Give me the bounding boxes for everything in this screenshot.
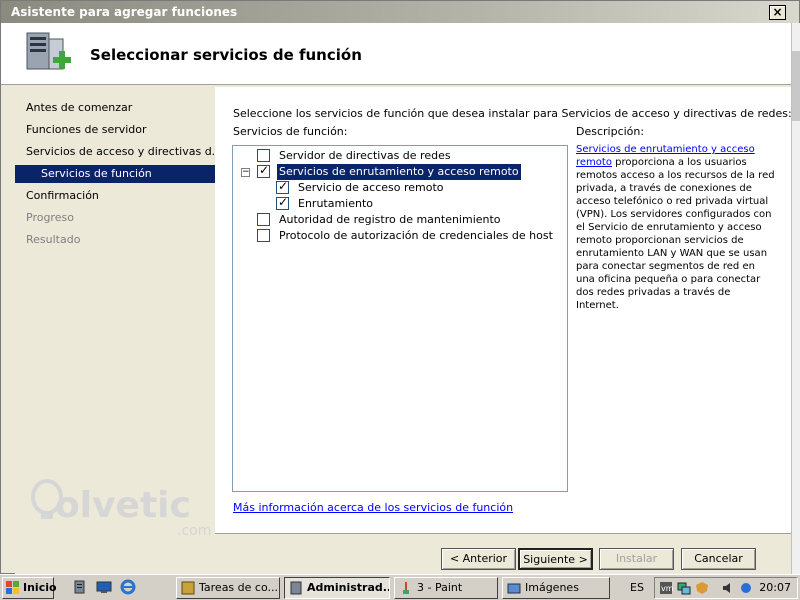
taskbar: Inicio Tareas de co... Administrad... 3 … <box>0 574 800 600</box>
language-indicator[interactable]: ES <box>630 581 644 594</box>
back-button[interactable]: < Anterior <box>441 548 516 570</box>
nav-step-progreso: Progreso <box>26 211 74 224</box>
title-bar[interactable]: Asistente para agregar funciones × <box>1 1 799 23</box>
next-button[interactable]: Siguiente > <box>518 548 593 570</box>
checkbox-checked[interactable] <box>276 195 289 210</box>
description-text: proporciona a los usuarios remotos acces… <box>576 157 775 311</box>
more-info-link[interactable]: Más información acerca de los servicios … <box>233 501 513 514</box>
tasks-icon <box>181 581 195 595</box>
close-button[interactable]: × <box>769 5 786 20</box>
security-icon[interactable] <box>695 581 709 595</box>
taskbar-item-imagenes[interactable]: Imágenes <box>502 577 610 599</box>
taskbar-item-label: 3 - Paint <box>417 581 463 594</box>
start-button[interactable]: Inicio <box>2 577 57 599</box>
watermark-suffix: .com <box>177 523 212 539</box>
paint-icon <box>403 582 409 594</box>
checkbox-checked[interactable] <box>276 179 289 194</box>
description-panel: Servicios de enrutamiento y acceso remot… <box>576 143 776 312</box>
nav-step-servicios-funcion[interactable]: Servicios de función <box>15 165 215 183</box>
close-icon: × <box>772 5 783 19</box>
taskbar-item-paint[interactable]: 3 - Paint <box>394 577 498 599</box>
button-bar: < Anterior Siguiente > Instalar Cancelar <box>215 533 791 575</box>
nav-step-confirmacion[interactable]: Confirmación <box>26 189 99 202</box>
server-manager-icon[interactable] <box>72 579 88 595</box>
network-icon[interactable] <box>677 581 691 595</box>
vmware-icon[interactable]: vm <box>659 581 673 595</box>
speaker-icon[interactable] <box>721 581 735 595</box>
instruction-text: Seleccione los servicios de función que … <box>233 107 792 120</box>
server-add-icon <box>26 32 71 70</box>
taskbar-item-label: Administrad... <box>307 581 390 594</box>
windows-flag-icon <box>6 581 19 594</box>
vertical-scrollbar[interactable] <box>791 23 800 575</box>
nav-step-resultado: Resultado <box>26 233 81 246</box>
taskbar-item-label: Imágenes <box>525 581 579 594</box>
wizard-window: Asistente para agregar funciones × Selec… <box>0 0 800 575</box>
services-label: Servicios de función: <box>233 125 348 138</box>
watermark-logo: olvetic .com <box>27 477 217 557</box>
tree-item-label: Servidor de directivas de redes <box>279 149 451 162</box>
update-icon[interactable] <box>739 581 753 595</box>
window-title: Asistente para agregar funciones <box>11 5 238 19</box>
wizard-steps-nav: Antes de comenzar Funciones de servidor … <box>15 87 222 575</box>
internet-explorer-icon[interactable] <box>120 579 136 595</box>
svg-text:vm: vm <box>661 584 673 593</box>
checkbox[interactable] <box>257 149 270 162</box>
checkbox-checked[interactable] <box>257 163 270 178</box>
checkbox[interactable] <box>257 213 270 226</box>
taskbar-item-label: Tareas de co... <box>199 581 278 594</box>
wizard-header: Seleccionar servicios de función <box>1 23 791 85</box>
main-content: Seleccione los servicios de función que … <box>215 87 792 533</box>
cancel-button[interactable]: Cancelar <box>681 548 756 570</box>
start-label: Inicio <box>23 581 57 594</box>
server-manager-icon <box>290 581 302 595</box>
desktop-icon[interactable] <box>96 579 112 595</box>
role-services-tree[interactable]: Servidor de directivas de redes − Servic… <box>232 145 568 492</box>
folder-icon <box>507 583 521 594</box>
install-button: Instalar <box>599 548 674 570</box>
tree-item-label: Autoridad de registro de mantenimiento <box>279 213 501 226</box>
checkbox[interactable] <box>257 229 270 242</box>
scrollbar-thumb[interactable] <box>792 51 800 121</box>
collapse-icon[interactable]: − <box>241 168 250 177</box>
tree-item-label: Servicio de acceso remoto <box>298 181 444 194</box>
clock[interactable]: 20:07 <box>759 581 791 594</box>
tree-item-label: Servicios de enrutamiento y acceso remot… <box>277 164 521 180</box>
watermark-text: olvetic <box>55 485 191 526</box>
page-title: Seleccionar servicios de función <box>90 46 362 64</box>
description-label: Descripción: <box>576 125 645 138</box>
taskbar-item-administrador[interactable]: Administrad... <box>284 577 390 599</box>
nav-step-funciones-servidor[interactable]: Funciones de servidor <box>26 123 147 136</box>
tree-item-label: Enrutamiento <box>298 197 374 210</box>
taskbar-item-tareas[interactable]: Tareas de co... <box>176 577 280 599</box>
nav-step-servicios-acceso[interactable]: Servicios de acceso y directivas d... <box>26 145 222 158</box>
nav-step-antes-de-comenzar[interactable]: Antes de comenzar <box>26 101 132 114</box>
tree-item-label: Protocolo de autorización de credenciale… <box>279 229 553 242</box>
system-tray: vm 20:07 <box>654 577 798 599</box>
